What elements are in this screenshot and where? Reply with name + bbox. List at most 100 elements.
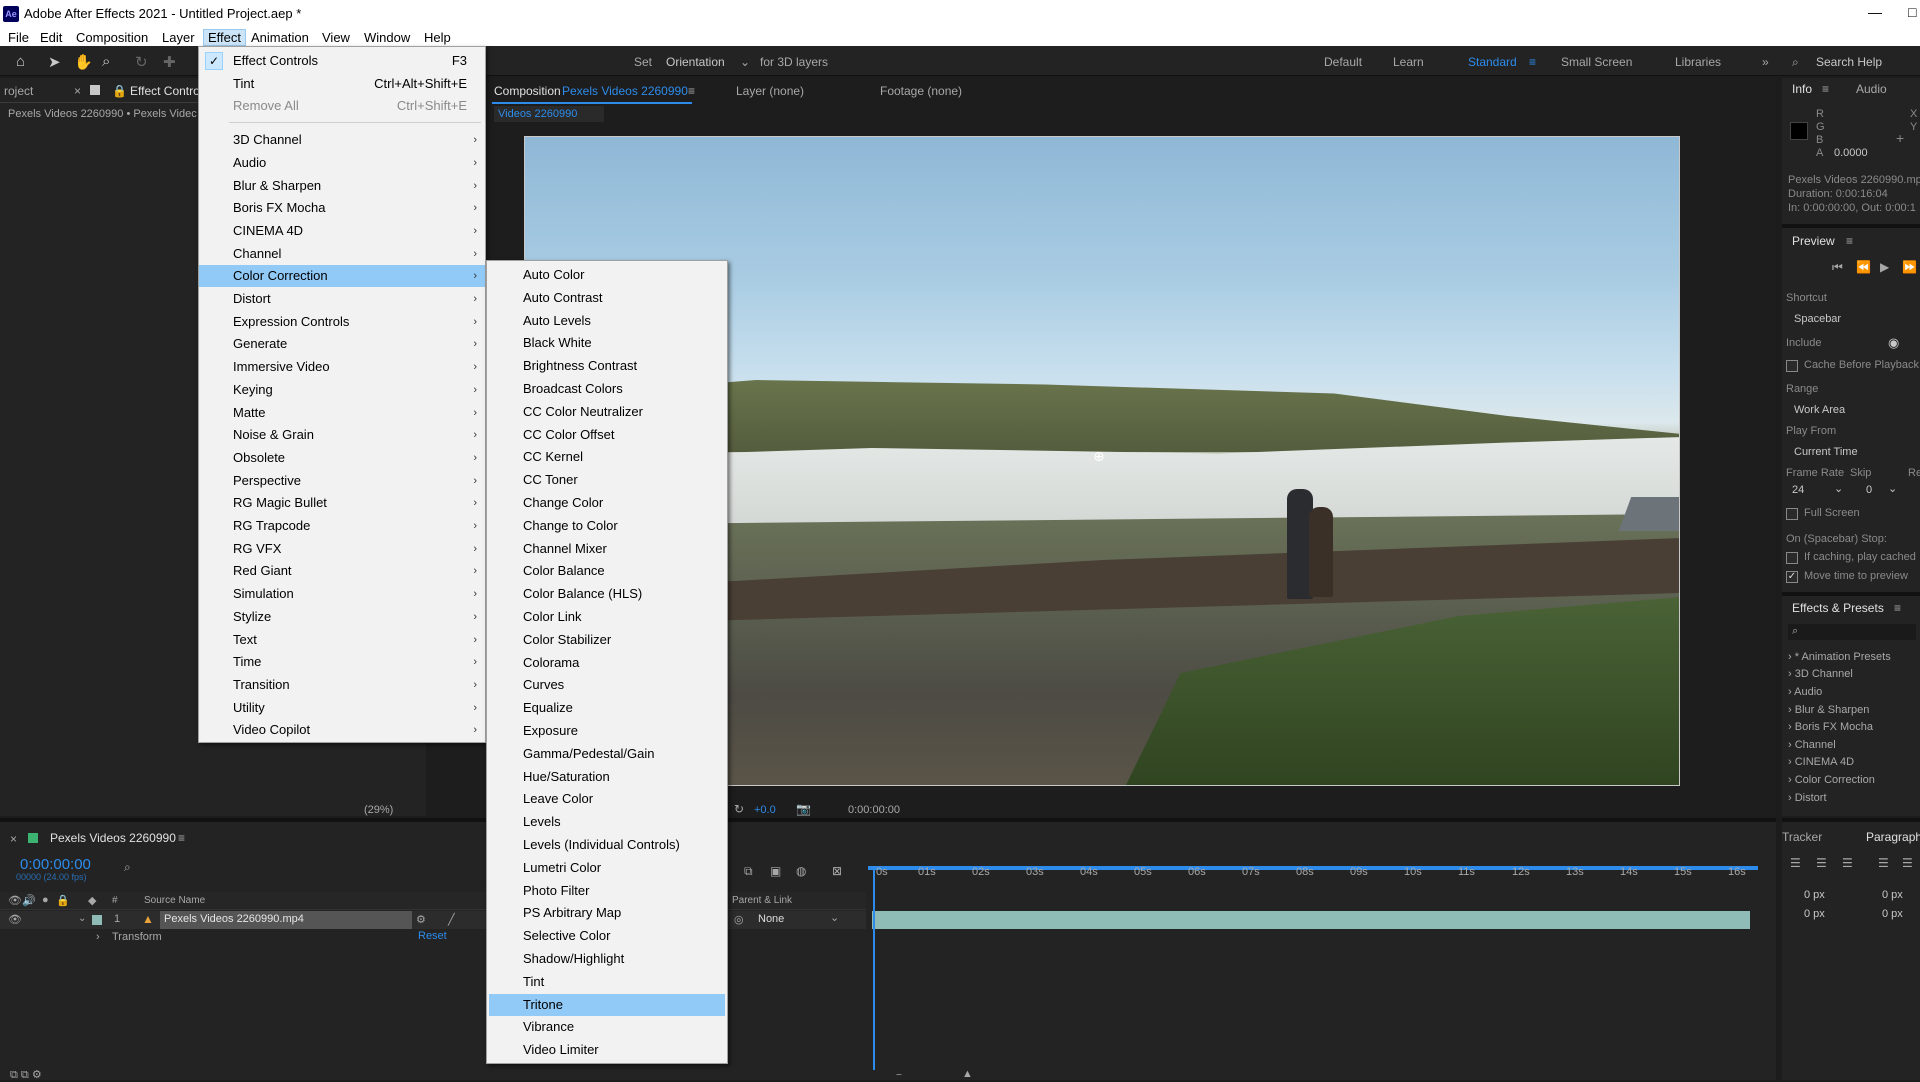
effect-menu-item-cinema-4d[interactable]: CINEMA 4D › [199,220,485,242]
tab-paragraph[interactable]: Paragraph [1866,830,1920,844]
menu-effect[interactable]: Effect [203,29,247,46]
next-frame-icon[interactable]: ⏩ [1902,260,1917,274]
tab-project[interactable]: roject [4,84,33,98]
parent-dropdown[interactable]: None [758,913,784,925]
effect-menu-item-rg-trapcode[interactable]: RG Trapcode › [199,515,485,537]
close-icon[interactable]: × [74,84,81,98]
audio-icon[interactable]: 🔊 [22,894,36,907]
parent-link-header[interactable]: Parent & Link [732,895,792,906]
menu-edit[interactable]: Edit [36,29,66,46]
effect-menu-item-blur-sharpen[interactable]: Blur & Sharpen › [199,175,485,197]
effect-menu-item-stylize[interactable]: Stylize › [199,606,485,628]
color-correction-item-levels-individual-controls[interactable]: Levels (Individual Controls) [489,834,725,856]
rotate-tool-icon[interactable]: ↻ [135,53,148,71]
range-dropdown[interactable]: Work Area [1794,404,1845,416]
preview-title[interactable]: Preview [1792,234,1835,248]
play-from-dropdown[interactable]: Current Time [1794,446,1858,458]
color-correction-item-black-white[interactable]: Black White [489,332,725,354]
timeline-close-icon[interactable]: × [10,832,17,846]
effect-menu-item-keying[interactable]: Keying › [199,379,485,401]
color-correction-item-channel-mixer[interactable]: Channel Mixer [489,538,725,560]
effect-menu-item-remove-all[interactable]: Remove All Ctrl+Shift+E [199,95,485,117]
color-correction-item-vibrance[interactable]: Vibrance [489,1016,725,1038]
effects-search-icon[interactable]: ⌕ [1792,625,1798,638]
effect-menu-item-generate[interactable]: Generate › [199,333,485,355]
color-correction-item-color-balance[interactable]: Color Balance [489,560,725,582]
menu-composition[interactable]: Composition [72,29,152,46]
color-correction-item-video-limiter[interactable]: Video Limiter [489,1039,725,1061]
pickwhip-icon[interactable]: ◎ [734,913,744,926]
layer-color-label[interactable] [92,915,102,925]
timeline-search-icon[interactable]: ⌕ [124,860,131,875]
indent-left-value[interactable]: 0 px [1804,889,1825,901]
color-correction-item-colorama[interactable]: Colorama [489,652,725,674]
tab-info[interactable]: Info [1792,82,1812,96]
timeline-menu-icon[interactable]: ≡ [178,831,185,845]
label-icon[interactable]: ◆ [88,894,96,907]
workspace-libraries[interactable]: Libraries [1675,55,1721,69]
workspace-small-screen[interactable]: Small Screen [1561,55,1632,69]
composition-menu-icon[interactable]: ≡ [688,84,695,98]
workspace-default[interactable]: Default [1324,55,1362,69]
tree-item[interactable]: › 3D Channel [1788,668,1853,680]
color-correction-item-color-link[interactable]: Color Link [489,606,725,628]
workspace-learn[interactable]: Learn [1393,55,1424,69]
layer-visibility-icon[interactable]: 👁 [8,913,22,926]
info-menu-icon[interactable]: ≡ [1822,82,1829,96]
anchor-tool-icon[interactable]: ✚ [163,53,176,71]
justify-all-icon[interactable]: ☰ [1902,856,1913,870]
frame-rate-chevron-icon[interactable]: ⌄ [1834,482,1843,495]
align-left-icon[interactable]: ☰ [1790,856,1801,870]
color-correction-item-equalize[interactable]: Equalize [489,697,725,719]
color-correction-item-tritone[interactable]: Tritone [489,993,725,1016]
effect-menu-item-immersive-video[interactable]: Immersive Video › [199,356,485,378]
color-correction-item-exposure[interactable]: Exposure [489,720,725,742]
space-after-value[interactable]: 0 px [1882,908,1903,920]
tree-item[interactable]: › Boris FX Mocha [1788,721,1873,733]
menu-layer[interactable]: Layer [158,29,199,46]
comp-flowchart-icon[interactable]: ⧉ [744,864,753,879]
tab-effect-controls[interactable]: Effect Control [130,84,202,98]
minimize-button[interactable]: — [1868,4,1882,20]
effect-menu-item-video-copilot[interactable]: Video Copilot › [199,719,485,741]
effect-menu-item-utility[interactable]: Utility › [199,697,485,719]
motion-blur-icon[interactable]: ◍ [796,864,806,878]
effect-menu-item-perspective[interactable]: Perspective › [199,470,485,492]
tree-item[interactable]: › Blur & Sharpen [1788,704,1869,716]
effect-menu-item-audio[interactable]: Audio › [199,152,485,174]
effect-menu-item-tint[interactable]: Tint Ctrl+Alt+Shift+E [199,73,485,95]
transform-label[interactable]: Transform [112,931,162,943]
layer-expand-icon[interactable]: ⌄ [78,913,86,924]
more-workspaces-icon[interactable]: » [1762,55,1769,69]
timeline-comp-name[interactable]: Pexels Videos 2260990 [50,831,176,845]
reset-exposure-icon[interactable]: ↻ [734,802,744,816]
skip-dropdown[interactable]: 0 [1866,484,1872,496]
color-correction-item-tint[interactable]: Tint [489,971,725,993]
color-correction-item-color-balance-hls[interactable]: Color Balance (HLS) [489,583,725,605]
zoom-tool-icon[interactable]: ⌕ [102,53,110,70]
menu-window[interactable]: Window [360,29,414,46]
color-correction-item-change-to-color[interactable]: Change to Color [489,515,725,537]
home-icon[interactable]: ⌂ [16,53,25,70]
color-correction-item-lumetri-color[interactable]: Lumetri Color [489,857,725,879]
draft-3d-icon[interactable]: ▣ [770,864,781,878]
menu-help[interactable]: Help [420,29,455,46]
solo-icon[interactable]: ● [42,894,49,906]
color-correction-item-gamma-pedestal-gain[interactable]: Gamma/Pedestal/Gain [489,743,725,765]
color-correction-item-photo-filter[interactable]: Photo Filter [489,880,725,902]
transform-expand-icon[interactable]: › [96,931,100,943]
zoom-in-icon[interactable]: ▲ [962,1068,973,1080]
workspace-standard[interactable]: Standard [1468,55,1517,69]
tab-footage[interactable]: Footage (none) [880,84,962,98]
workspace-menu-icon[interactable]: ≡ [1529,55,1536,69]
color-correction-item-change-color[interactable]: Change Color [489,492,725,514]
play-icon[interactable]: ▶ [1880,260,1889,274]
color-correction-item-broadcast-colors[interactable]: Broadcast Colors [489,378,725,400]
effect-menu-item-rg-vfx[interactable]: RG VFX › [199,538,485,560]
menu-view[interactable]: View [318,29,354,46]
visibility-icon[interactable]: 👁 [8,894,22,907]
timeline-timecode[interactable]: 0:00:00:00 [20,856,91,873]
current-time-indicator[interactable] [873,870,875,1070]
tree-item[interactable]: › Distort [1788,792,1827,802]
effect-menu-item-time[interactable]: Time › [199,651,485,673]
